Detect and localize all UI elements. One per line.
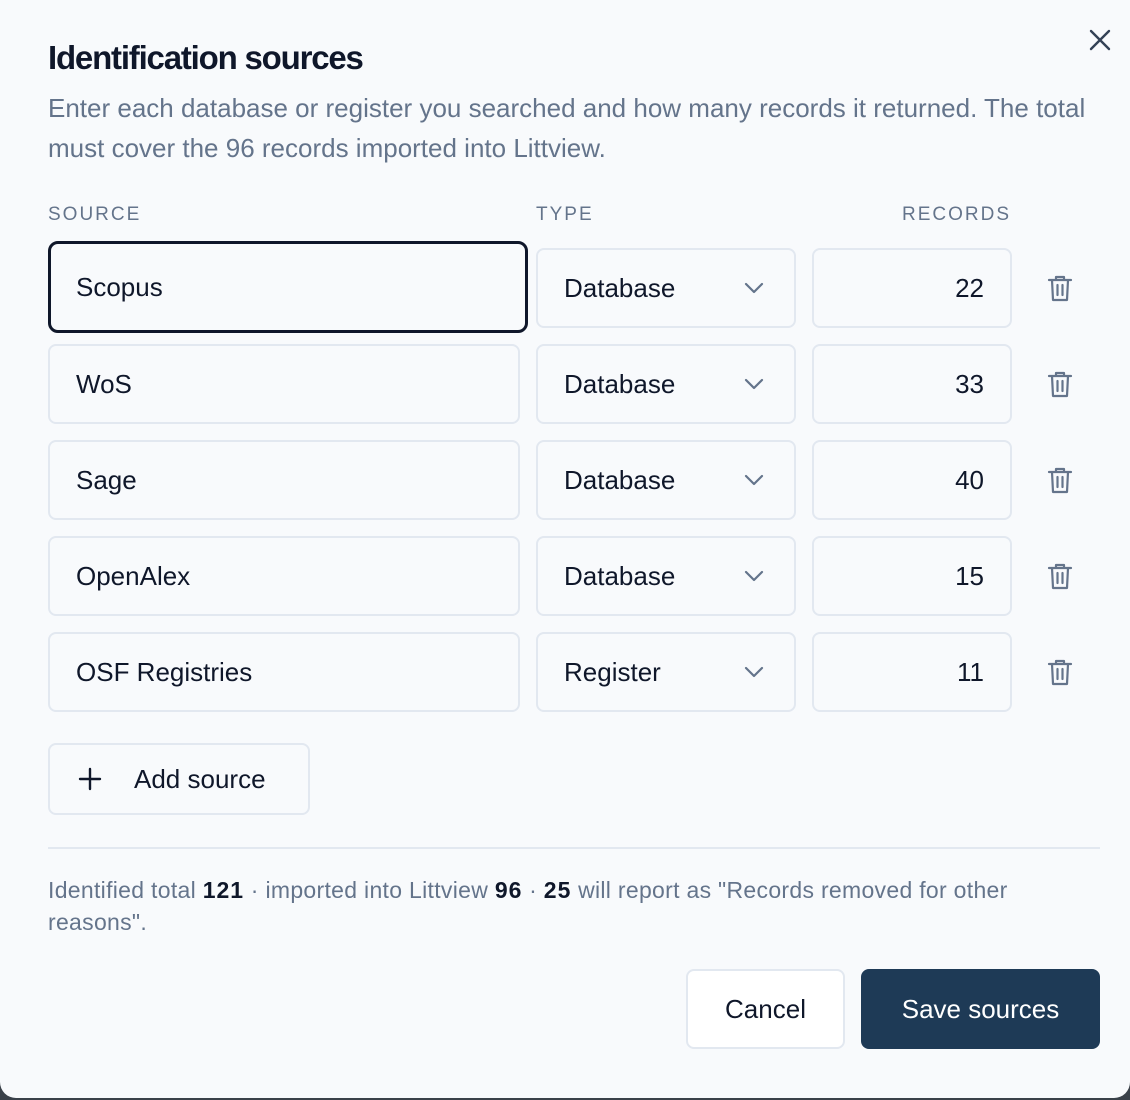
records-count-input[interactable]: 22: [812, 248, 1012, 328]
separator: ·: [529, 877, 538, 903]
trash-icon: [1047, 467, 1073, 494]
source-type-value: Register: [564, 656, 661, 687]
dialog-title: Identification sources: [48, 39, 364, 76]
identification-sources-dialog: Identification sources Enter each databa…: [0, 0, 1130, 1098]
identified-total-value: 121: [202, 877, 245, 903]
dialog-description: Enter each database or register you sear…: [48, 93, 1086, 163]
records-count-input[interactable]: 15: [812, 536, 1012, 616]
identified-total-label: Identified total: [48, 877, 197, 903]
source-type-select[interactable]: Database: [536, 440, 796, 520]
trash-icon: [1047, 659, 1073, 686]
close-button[interactable]: [1086, 26, 1114, 54]
records-count-value: 33: [955, 368, 984, 399]
records-count-input[interactable]: 11: [812, 632, 1012, 712]
source-name-value: Scopus: [76, 271, 163, 302]
add-source-button[interactable]: Add source: [48, 743, 310, 815]
source-name-value: Sage: [76, 464, 137, 495]
source-type-value: Database: [564, 368, 676, 399]
imported-label: imported into Littview: [265, 877, 489, 903]
chevron-down-icon: [744, 570, 764, 582]
divider: [48, 847, 1100, 849]
records-summary: Identified total 121 · imported into Lit…: [48, 874, 1108, 938]
source-name-input[interactable]: OSF Registries: [48, 632, 520, 712]
source-name-value: OSF Registries: [76, 656, 253, 687]
source-type-value: Database: [564, 560, 676, 591]
delete-source-button[interactable]: [1044, 368, 1076, 400]
source-type-select[interactable]: Database: [536, 344, 796, 424]
source-type-value: Database: [564, 464, 676, 495]
save-sources-button[interactable]: Save sources: [861, 969, 1100, 1049]
chevron-down-icon: [744, 282, 764, 294]
source-row: WoS Database 33: [0, 344, 1130, 424]
add-source-label: Add source: [134, 763, 266, 794]
source-type-select[interactable]: Database: [536, 248, 796, 328]
source-row: Sage Database 40: [0, 440, 1130, 520]
close-icon: [1089, 29, 1111, 51]
trash-icon: [1047, 563, 1073, 590]
trash-icon: [1047, 275, 1073, 302]
records-count-value: 40: [955, 464, 984, 495]
source-type-select[interactable]: Database: [536, 536, 796, 616]
cancel-button[interactable]: Cancel: [686, 969, 845, 1049]
source-row: Scopus Database 22: [0, 241, 1130, 333]
source-name-value: WoS: [76, 368, 132, 399]
column-header-type: TYPE: [536, 204, 594, 225]
records-count-value: 11: [957, 656, 984, 687]
imported-value: 96: [494, 877, 523, 903]
column-header-records: RECORDS: [902, 204, 1012, 225]
source-name-input[interactable]: WoS: [48, 344, 520, 424]
chevron-down-icon: [744, 474, 764, 486]
delete-source-button[interactable]: [1044, 656, 1076, 688]
plus-icon: [78, 767, 102, 791]
source-row: OSF Registries Register 11: [0, 632, 1130, 712]
trash-icon: [1047, 371, 1073, 398]
source-name-input[interactable]: Scopus: [48, 241, 528, 333]
delete-source-button[interactable]: [1044, 272, 1076, 304]
separator: ·: [250, 877, 259, 903]
source-row: OpenAlex Database 15: [0, 536, 1130, 616]
source-type-select[interactable]: Register: [536, 632, 796, 712]
source-name-value: OpenAlex: [76, 560, 191, 591]
records-count-value: 15: [955, 560, 984, 591]
source-type-value: Database: [564, 272, 676, 303]
delete-source-button[interactable]: [1044, 560, 1076, 592]
column-header-source: SOURCE: [48, 204, 142, 225]
chevron-down-icon: [744, 666, 764, 678]
chevron-down-icon: [744, 378, 764, 390]
records-count-input[interactable]: 33: [812, 344, 1012, 424]
delete-source-button[interactable]: [1044, 464, 1076, 496]
records-count-value: 22: [955, 272, 984, 303]
source-name-input[interactable]: Sage: [48, 440, 520, 520]
removed-value: 25: [543, 877, 572, 903]
source-name-input[interactable]: OpenAlex: [48, 536, 520, 616]
records-count-input[interactable]: 40: [812, 440, 1012, 520]
